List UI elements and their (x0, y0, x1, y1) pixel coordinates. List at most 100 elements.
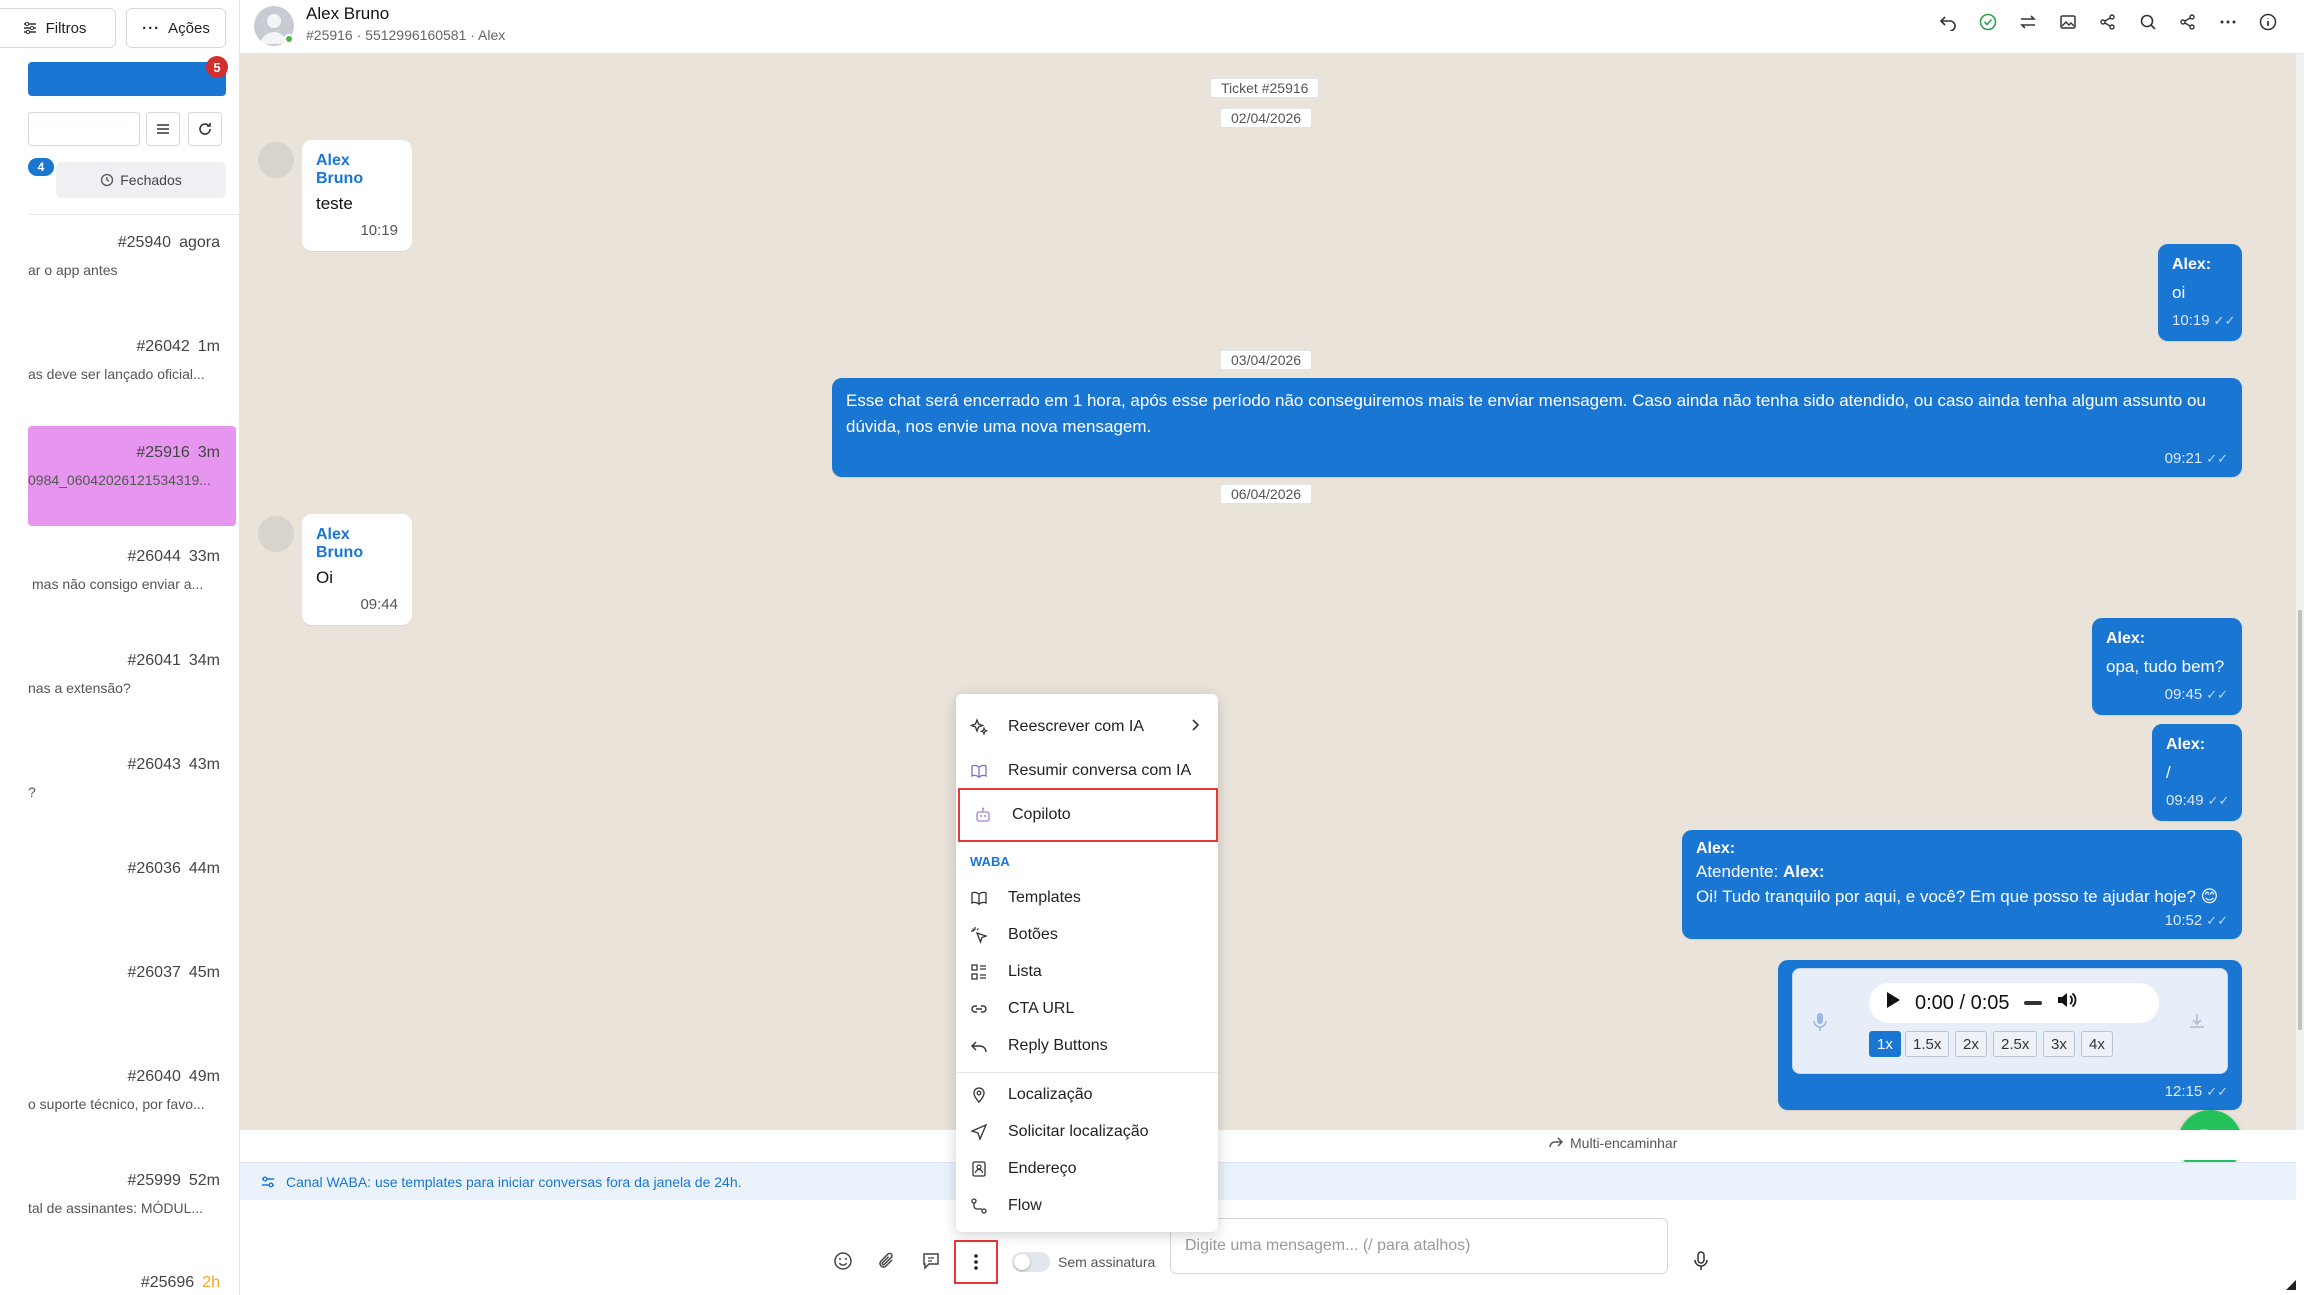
menu-item-request-location[interactable]: Solicitar localização (956, 1115, 1218, 1149)
actions-button[interactable]: ··· Ações (126, 8, 226, 48)
download-icon[interactable] (2187, 1011, 2207, 1036)
speed-3x-button[interactable]: 3x (2043, 1031, 2075, 1057)
ticket-id: #26040 (127, 1068, 181, 1085)
ticket-item[interactable]: #26037 45m (0, 946, 236, 1046)
ticket-id: #25696 (140, 1274, 195, 1291)
open-tickets-tab[interactable] (28, 62, 226, 96)
share-icon[interactable] (2098, 12, 2118, 32)
refresh-button[interactable] (188, 112, 222, 146)
message-outgoing: Alex: / 09:49 ✓✓ (2152, 724, 2242, 821)
ticket-time: 34m (188, 652, 220, 669)
ticket-id: #26041 (127, 652, 181, 669)
menu-item-templates[interactable]: Templates (956, 881, 1218, 915)
multi-forward-label: Multi-encaminhar (1570, 1135, 1678, 1151)
image-icon[interactable] (2058, 12, 2078, 32)
menu-item-buttons[interactable]: Botões (956, 918, 1218, 952)
message-incoming: Alex Bruno teste 10:19 (302, 140, 412, 251)
contact-name: Alex Bruno (306, 4, 390, 23)
online-status-dot (284, 34, 294, 44)
resize-handle-icon[interactable] (2286, 1280, 2296, 1290)
ticket-id: #25999 (127, 1172, 181, 1189)
chevron-right-icon (1190, 718, 1200, 737)
audio-time: 0:00 / 0:05 (1915, 991, 2010, 1014)
resolve-check-icon[interactable] (1978, 12, 1998, 32)
menu-item-reply-buttons[interactable]: Reply Buttons (956, 1029, 1218, 1063)
menu-item-copilot[interactable]: Copiloto (958, 788, 1218, 842)
menu-item-rewrite-ai[interactable]: Reescrever com IA (956, 710, 1218, 744)
ticket-item[interactable]: #26041 34m nas a extensão? (0, 634, 236, 734)
audio-progress-bar[interactable] (2023, 1001, 2042, 1005)
ticket-item[interactable]: #26040 49m o suporte técnico, por favo... (0, 1050, 236, 1150)
menu-item-label: CTA URL (1008, 1000, 1075, 1017)
more-options-button[interactable] (954, 1240, 998, 1284)
signature-toggle-knob[interactable] (1014, 1254, 1030, 1270)
transfer-icon[interactable] (2018, 12, 2038, 32)
filters-button[interactable]: Filtros (0, 8, 116, 48)
menu-item-label: Endereço (1008, 1160, 1077, 1177)
message-text: Oi (316, 568, 333, 587)
speed-2x-button[interactable]: 2x (1955, 1031, 1987, 1057)
paperclip-icon[interactable] (876, 1250, 898, 1272)
chat-scrollbar-thumb[interactable] (2298, 610, 2302, 1030)
double-check-icon: ✓✓ (2206, 1084, 2228, 1099)
ticket-item[interactable]: #25940 agora ar o app antes (0, 216, 236, 316)
list-view-button[interactable] (146, 112, 180, 146)
quick-reply-icon[interactable] (920, 1250, 942, 1272)
share-network-icon[interactable] (2178, 12, 2198, 32)
ticket-chip: Ticket #25916 (1210, 78, 1320, 98)
closed-tab[interactable]: Fechados (56, 162, 226, 198)
menu-item-list[interactable]: Lista (956, 955, 1218, 989)
volume-icon[interactable] (2056, 990, 2078, 1016)
ticket-item[interactable]: #26043 43m ? (0, 738, 236, 838)
multi-forward-button[interactable]: Multi-encaminhar (1548, 1135, 1677, 1151)
ticket-item[interactable]: #26044 33m mas não consigo enviar a... (0, 530, 236, 630)
message-time: 09:44 (360, 596, 398, 613)
menu-item-label: Resumir conversa com IA (1008, 762, 1192, 779)
menu-item-cta-url[interactable]: CTA URL (956, 992, 1218, 1026)
speed-4x-button[interactable]: 4x (2081, 1031, 2113, 1057)
double-check-icon: ✓✓ (2206, 451, 2228, 466)
message-text: Oi! Tudo tranquilo por aqui, e você? Em … (1696, 887, 2219, 906)
link-icon (970, 1000, 988, 1018)
ticket-id: #26036 (127, 860, 181, 877)
search-icon[interactable] (2138, 12, 2158, 32)
play-icon[interactable] (1885, 991, 1901, 1015)
menu-item-location[interactable]: Localização (956, 1078, 1218, 1112)
ticket-item-active[interactable]: #25916 3m 0984_06042026121534319... (28, 426, 236, 526)
menu-item-label: Reply Buttons (1008, 1037, 1108, 1054)
emoji-icon[interactable] (832, 1250, 854, 1272)
menu-item-label: Lista (1008, 963, 1042, 980)
ticket-item[interactable]: #26036 44m (0, 842, 236, 942)
double-check-icon: ✓✓ (2206, 913, 2228, 928)
robot-icon (974, 806, 992, 824)
ticket-id: #25940 (117, 234, 172, 251)
menu-item-flow[interactable]: Flow (956, 1189, 1218, 1223)
speed-2-5x-button[interactable]: 2.5x (1993, 1031, 2038, 1057)
message-time: 10:52 (2164, 912, 2203, 929)
notification-badge: 5 (206, 56, 228, 78)
contact-message-avatar (258, 142, 294, 178)
waba-notice-text: Canal WABA: use templates para iniciar c… (286, 1173, 742, 1190)
speed-1x-button[interactable]: 1x (1869, 1031, 1901, 1057)
undo-icon[interactable] (1938, 12, 1958, 32)
ticket-item[interactable]: #26042 1m as deve ser lançado oficial... (0, 320, 236, 420)
speed-1-5x-button[interactable]: 1.5x (1905, 1031, 1950, 1057)
ticket-search-input[interactable] (28, 112, 140, 146)
ticket-preview: mas não consigo enviar a... (32, 576, 204, 592)
clock-icon (101, 173, 114, 187)
message-input[interactable] (1170, 1218, 1668, 1274)
ticket-item[interactable]: #25696 2h (0, 1256, 236, 1295)
ticket-preview: nas a extensão? (28, 680, 131, 696)
info-icon[interactable] (2258, 12, 2278, 32)
message-time: 10:19 (360, 222, 398, 239)
ticket-preview: as deve ser lançado oficial... (28, 366, 205, 382)
more-vertical-icon (974, 1254, 978, 1270)
actions-label: Ações (168, 19, 210, 37)
menu-item-label: Localização (1008, 1086, 1093, 1103)
message-time: 09:21 (2164, 450, 2203, 467)
microphone-icon[interactable] (1690, 1250, 1712, 1272)
menu-item-address[interactable]: Endereço (956, 1152, 1218, 1186)
more-horizontal-icon[interactable] (2218, 12, 2238, 32)
ticket-item[interactable]: #25999 52m tal de assinantes: MÓDUL... (0, 1154, 236, 1254)
ticket-time: 33m (188, 548, 220, 565)
